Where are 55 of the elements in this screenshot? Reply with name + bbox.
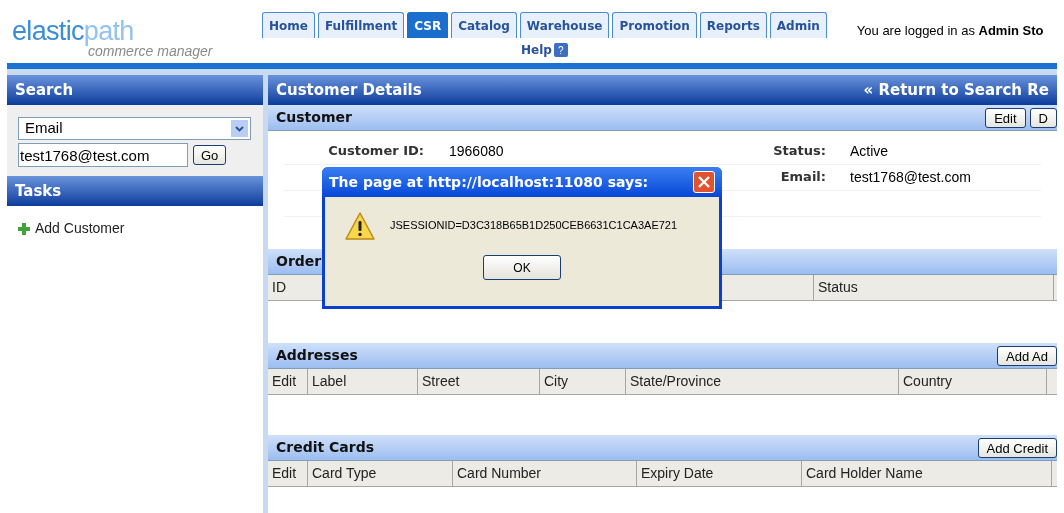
go-button[interactable]: Go	[193, 145, 227, 165]
task-link[interactable]: Add Customer	[35, 218, 125, 239]
column-header: Card Number	[453, 461, 637, 486]
help-link[interactable]: Help	[520, 41, 552, 59]
field-label: Email:	[779, 168, 826, 186]
column-header: City	[540, 369, 626, 394]
field-value: 1966080	[449, 142, 504, 161]
section-button[interactable]: Add Ad	[997, 345, 1057, 366]
logo-tagline: commerce manager	[88, 44, 214, 58]
logo-text: path	[83, 16, 134, 46]
search-type-select[interactable]: Email	[18, 117, 251, 140]
logo-text: elastic	[12, 16, 84, 46]
section-button[interactable]: D	[1029, 107, 1057, 128]
plus-icon[interactable]	[18, 222, 30, 235]
nav-tab[interactable]: Admin	[769, 12, 827, 38]
dialog-message: JSESSIONID=D3C318B65B1D250CEB6631C1CA3AE721	[390, 218, 678, 233]
field-label: Status:	[772, 142, 826, 160]
panel-title: Search	[15, 79, 74, 101]
column-header: Status	[814, 275, 1054, 300]
column-header: Label	[308, 369, 418, 394]
section-button[interactable]: Add Credit	[977, 437, 1057, 458]
field-value: test1768@test.com	[850, 168, 971, 187]
column-header: Card Type	[308, 461, 453, 486]
help-icon[interactable]: ?	[553, 43, 568, 57]
nav-tab[interactable]: Fulfillment	[317, 12, 405, 38]
close-button[interactable]	[693, 171, 715, 193]
nav-tab[interactable]: Promotion	[612, 12, 697, 38]
column-header: State/Province	[626, 369, 899, 394]
close-icon[interactable]	[698, 176, 710, 188]
nav-tab[interactable]: Home	[262, 12, 315, 38]
login-status: You are logged in as Admin Sto	[856, 23, 1044, 38]
column-header: Country	[899, 369, 1047, 394]
field-label: Customer ID:	[327, 142, 424, 160]
column-header: Edit	[268, 461, 308, 486]
column-header: Expiry Date	[637, 461, 802, 486]
nav-tab[interactable]: Reports	[699, 12, 767, 38]
section-title: Customer	[276, 108, 352, 127]
panel-title: Customer Details	[276, 79, 422, 101]
section-title: Order	[276, 252, 322, 271]
search-field[interactable]: test1768@test.com	[18, 143, 188, 167]
ok-button[interactable]: OK	[483, 255, 561, 280]
section-button[interactable]: Edit	[985, 107, 1026, 128]
column-header: Edit	[268, 369, 308, 394]
section-title: Credit Cards	[276, 438, 375, 457]
nav-tab[interactable]: Catalog	[451, 12, 517, 38]
nav-tab[interactable]: CSR	[407, 12, 449, 38]
nav-tab[interactable]: Warehouse	[519, 12, 610, 38]
dialog-title: The page at http://localhost:11080 says:	[329, 172, 649, 192]
warning-icon	[344, 211, 376, 241]
field-value: Active	[850, 142, 889, 161]
column-header: Street	[418, 369, 540, 394]
section-title: Addresses	[276, 346, 358, 365]
column-header: Card Holder Name	[802, 461, 1052, 486]
panel-title: Tasks	[15, 180, 62, 202]
return-link[interactable]: « Return to Search Re	[863, 78, 1049, 102]
